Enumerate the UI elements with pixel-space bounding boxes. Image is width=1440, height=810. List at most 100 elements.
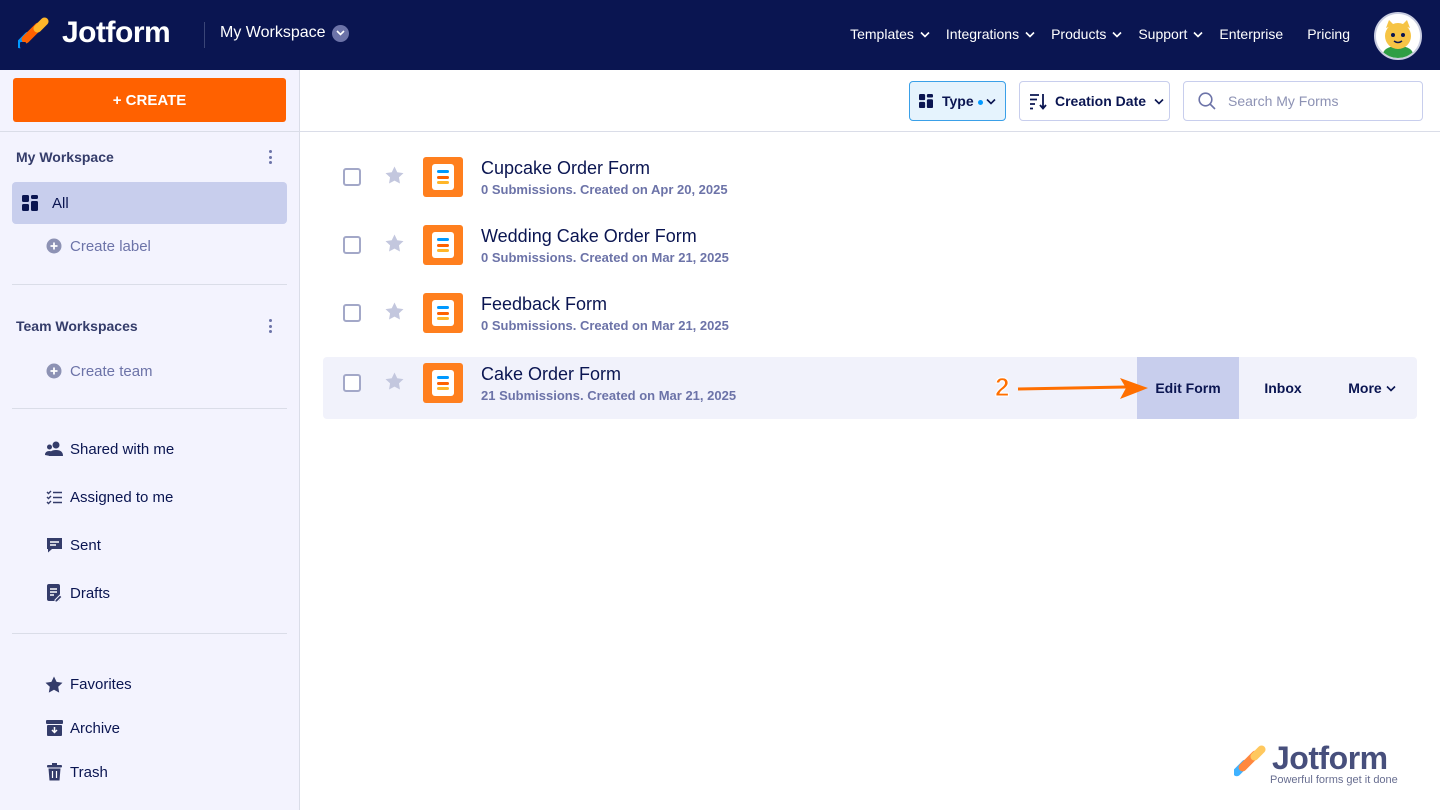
sidebar-item-sent[interactable]: Sent — [12, 524, 287, 566]
more-button[interactable]: More — [1327, 357, 1417, 419]
form-meta: 0 Submissions. Created on Mar 21, 2025 — [481, 318, 729, 333]
arrow-annotation-icon — [1017, 378, 1148, 399]
sort-label: Creation Date — [1055, 93, 1147, 109]
workspace-label: My Workspace — [220, 24, 326, 41]
nav-item-templates[interactable]: Templates — [850, 26, 930, 42]
brand-name: Jotform — [62, 16, 171, 49]
form-icon — [423, 157, 463, 197]
sidebar-item-label: Create label — [70, 237, 151, 255]
archive-icon — [44, 718, 64, 738]
form-title[interactable]: Cake Order Form — [481, 364, 621, 385]
nav-item-label: Products — [1051, 26, 1107, 42]
my-workspace-title: My Workspace — [16, 149, 114, 165]
select-checkbox[interactable] — [343, 374, 361, 392]
sort-icon — [1029, 93, 1047, 110]
sidebar-item-drafts[interactable]: Drafts — [12, 572, 287, 614]
draft-icon — [44, 583, 64, 603]
sidebar-item-label: Drafts — [70, 584, 111, 602]
divider — [300, 131, 1440, 132]
sidebar-item-assigned[interactable]: Assigned to me — [12, 476, 287, 518]
grid-icon — [919, 94, 933, 108]
trash-icon — [44, 762, 64, 782]
create-team-link[interactable]: Create team — [12, 350, 287, 392]
watermark-tagline: Powerful forms get it done — [1270, 774, 1398, 786]
nav-item-pricing[interactable]: Pricing — [1307, 26, 1350, 42]
form-icon — [423, 225, 463, 265]
chevron-down-icon — [331, 24, 349, 42]
avatar[interactable] — [1374, 12, 1422, 60]
select-checkbox[interactable] — [343, 168, 361, 186]
search-input[interactable] — [1228, 93, 1408, 109]
more-label: More — [1348, 380, 1382, 396]
chevron-down-icon — [1193, 31, 1203, 38]
form-meta: 21 Submissions. Created on Mar 21, 2025 — [481, 388, 737, 403]
chevron-down-icon — [1386, 385, 1396, 392]
type-filter-button[interactable]: Type — [909, 81, 1006, 121]
select-checkbox[interactable] — [343, 236, 361, 254]
form-row[interactable]: Cupcake Order Form 0 Submissions. Created… — [323, 151, 1417, 213]
sidebar-item-label: Assigned to me — [70, 488, 174, 506]
divider — [12, 408, 287, 409]
create-label-link[interactable]: Create label — [12, 225, 287, 267]
form-row[interactable]: Cake Order Form 21 Submissions. Created o… — [323, 357, 1417, 419]
form-meta: 0 Submissions. Created on Mar 21, 2025 — [481, 250, 729, 265]
nav-item-label: Templates — [850, 26, 914, 42]
nav-item-products[interactable]: Products — [1051, 26, 1122, 42]
form-meta: 0 Submissions. Created on Apr 20, 2025 — [481, 182, 728, 197]
form-title[interactable]: Cupcake Order Form — [481, 158, 650, 179]
message-icon — [44, 535, 64, 555]
chevron-down-icon — [1154, 98, 1164, 105]
sidebar-item-label: Favorites — [70, 675, 132, 693]
step-annotation: 2 — [994, 372, 1010, 403]
favorite-star-icon[interactable] — [385, 166, 404, 189]
grid-icon — [20, 193, 40, 213]
form-icon — [423, 293, 463, 333]
nav-item-enterprise[interactable]: Enterprise — [1219, 26, 1283, 42]
active-filter-dot-icon — [977, 99, 983, 105]
chevron-down-icon — [1025, 31, 1035, 38]
sidebar-item-label: Sent — [70, 536, 101, 554]
nav-item-label: Pricing — [1307, 26, 1350, 42]
inbox-button[interactable]: Inbox — [1239, 357, 1327, 419]
sidebar-item-label: Trash — [70, 763, 108, 781]
sidebar-item-all[interactable]: All — [12, 182, 287, 224]
chevron-down-icon — [1112, 31, 1122, 38]
select-checkbox[interactable] — [343, 304, 361, 322]
checklist-icon — [44, 487, 64, 507]
create-button[interactable]: + CREATE — [13, 78, 286, 122]
form-title[interactable]: Wedding Cake Order Form — [481, 226, 697, 247]
jotform-logo-icon — [1232, 745, 1266, 777]
form-row[interactable]: Feedback Form 0 Submissions. Created on M… — [323, 287, 1417, 349]
users-icon — [44, 439, 64, 459]
more-options-icon[interactable] — [264, 317, 276, 335]
sort-button[interactable]: Creation Date — [1019, 81, 1170, 121]
workspace-switcher[interactable]: My Workspace — [220, 24, 349, 42]
nav-item-integrations[interactable]: Integrations — [946, 26, 1035, 42]
header-divider — [204, 22, 205, 48]
watermark-brand: Jotform — [1272, 740, 1388, 776]
form-row[interactable]: Wedding Cake Order Form 0 Submissions. Cr… — [323, 219, 1417, 281]
favorite-star-icon[interactable] — [385, 372, 404, 395]
sidebar-item-archive[interactable]: Archive — [12, 707, 287, 749]
nav-item-support[interactable]: Support — [1138, 26, 1203, 42]
search-icon — [1198, 92, 1216, 110]
more-options-icon[interactable] — [264, 148, 276, 166]
jotform-logo[interactable]: Jotform — [15, 16, 171, 50]
sidebar-item-trash[interactable]: Trash — [12, 751, 287, 793]
row-actions: Edit Form Inbox More — [1137, 357, 1417, 419]
sidebar-item-label: All — [52, 194, 69, 212]
sidebar-item-label: Archive — [70, 719, 121, 737]
edit-form-button[interactable]: Edit Form — [1137, 357, 1239, 419]
favorite-star-icon[interactable] — [385, 234, 404, 257]
search-box — [1183, 81, 1423, 121]
sidebar-item-label: Create team — [70, 362, 153, 380]
jotform-watermark: Jotform Powerful forms get it done — [1232, 740, 1398, 786]
form-title[interactable]: Feedback Form — [481, 294, 607, 315]
divider — [12, 284, 287, 285]
sidebar-item-shared[interactable]: Shared with me — [12, 428, 287, 470]
jotform-logo-icon — [15, 16, 50, 50]
favorite-star-icon[interactable] — [385, 302, 404, 325]
sidebar-item-favorites[interactable]: Favorites — [12, 663, 287, 705]
chevron-down-icon — [920, 31, 930, 38]
plus-circle-icon — [44, 236, 64, 256]
